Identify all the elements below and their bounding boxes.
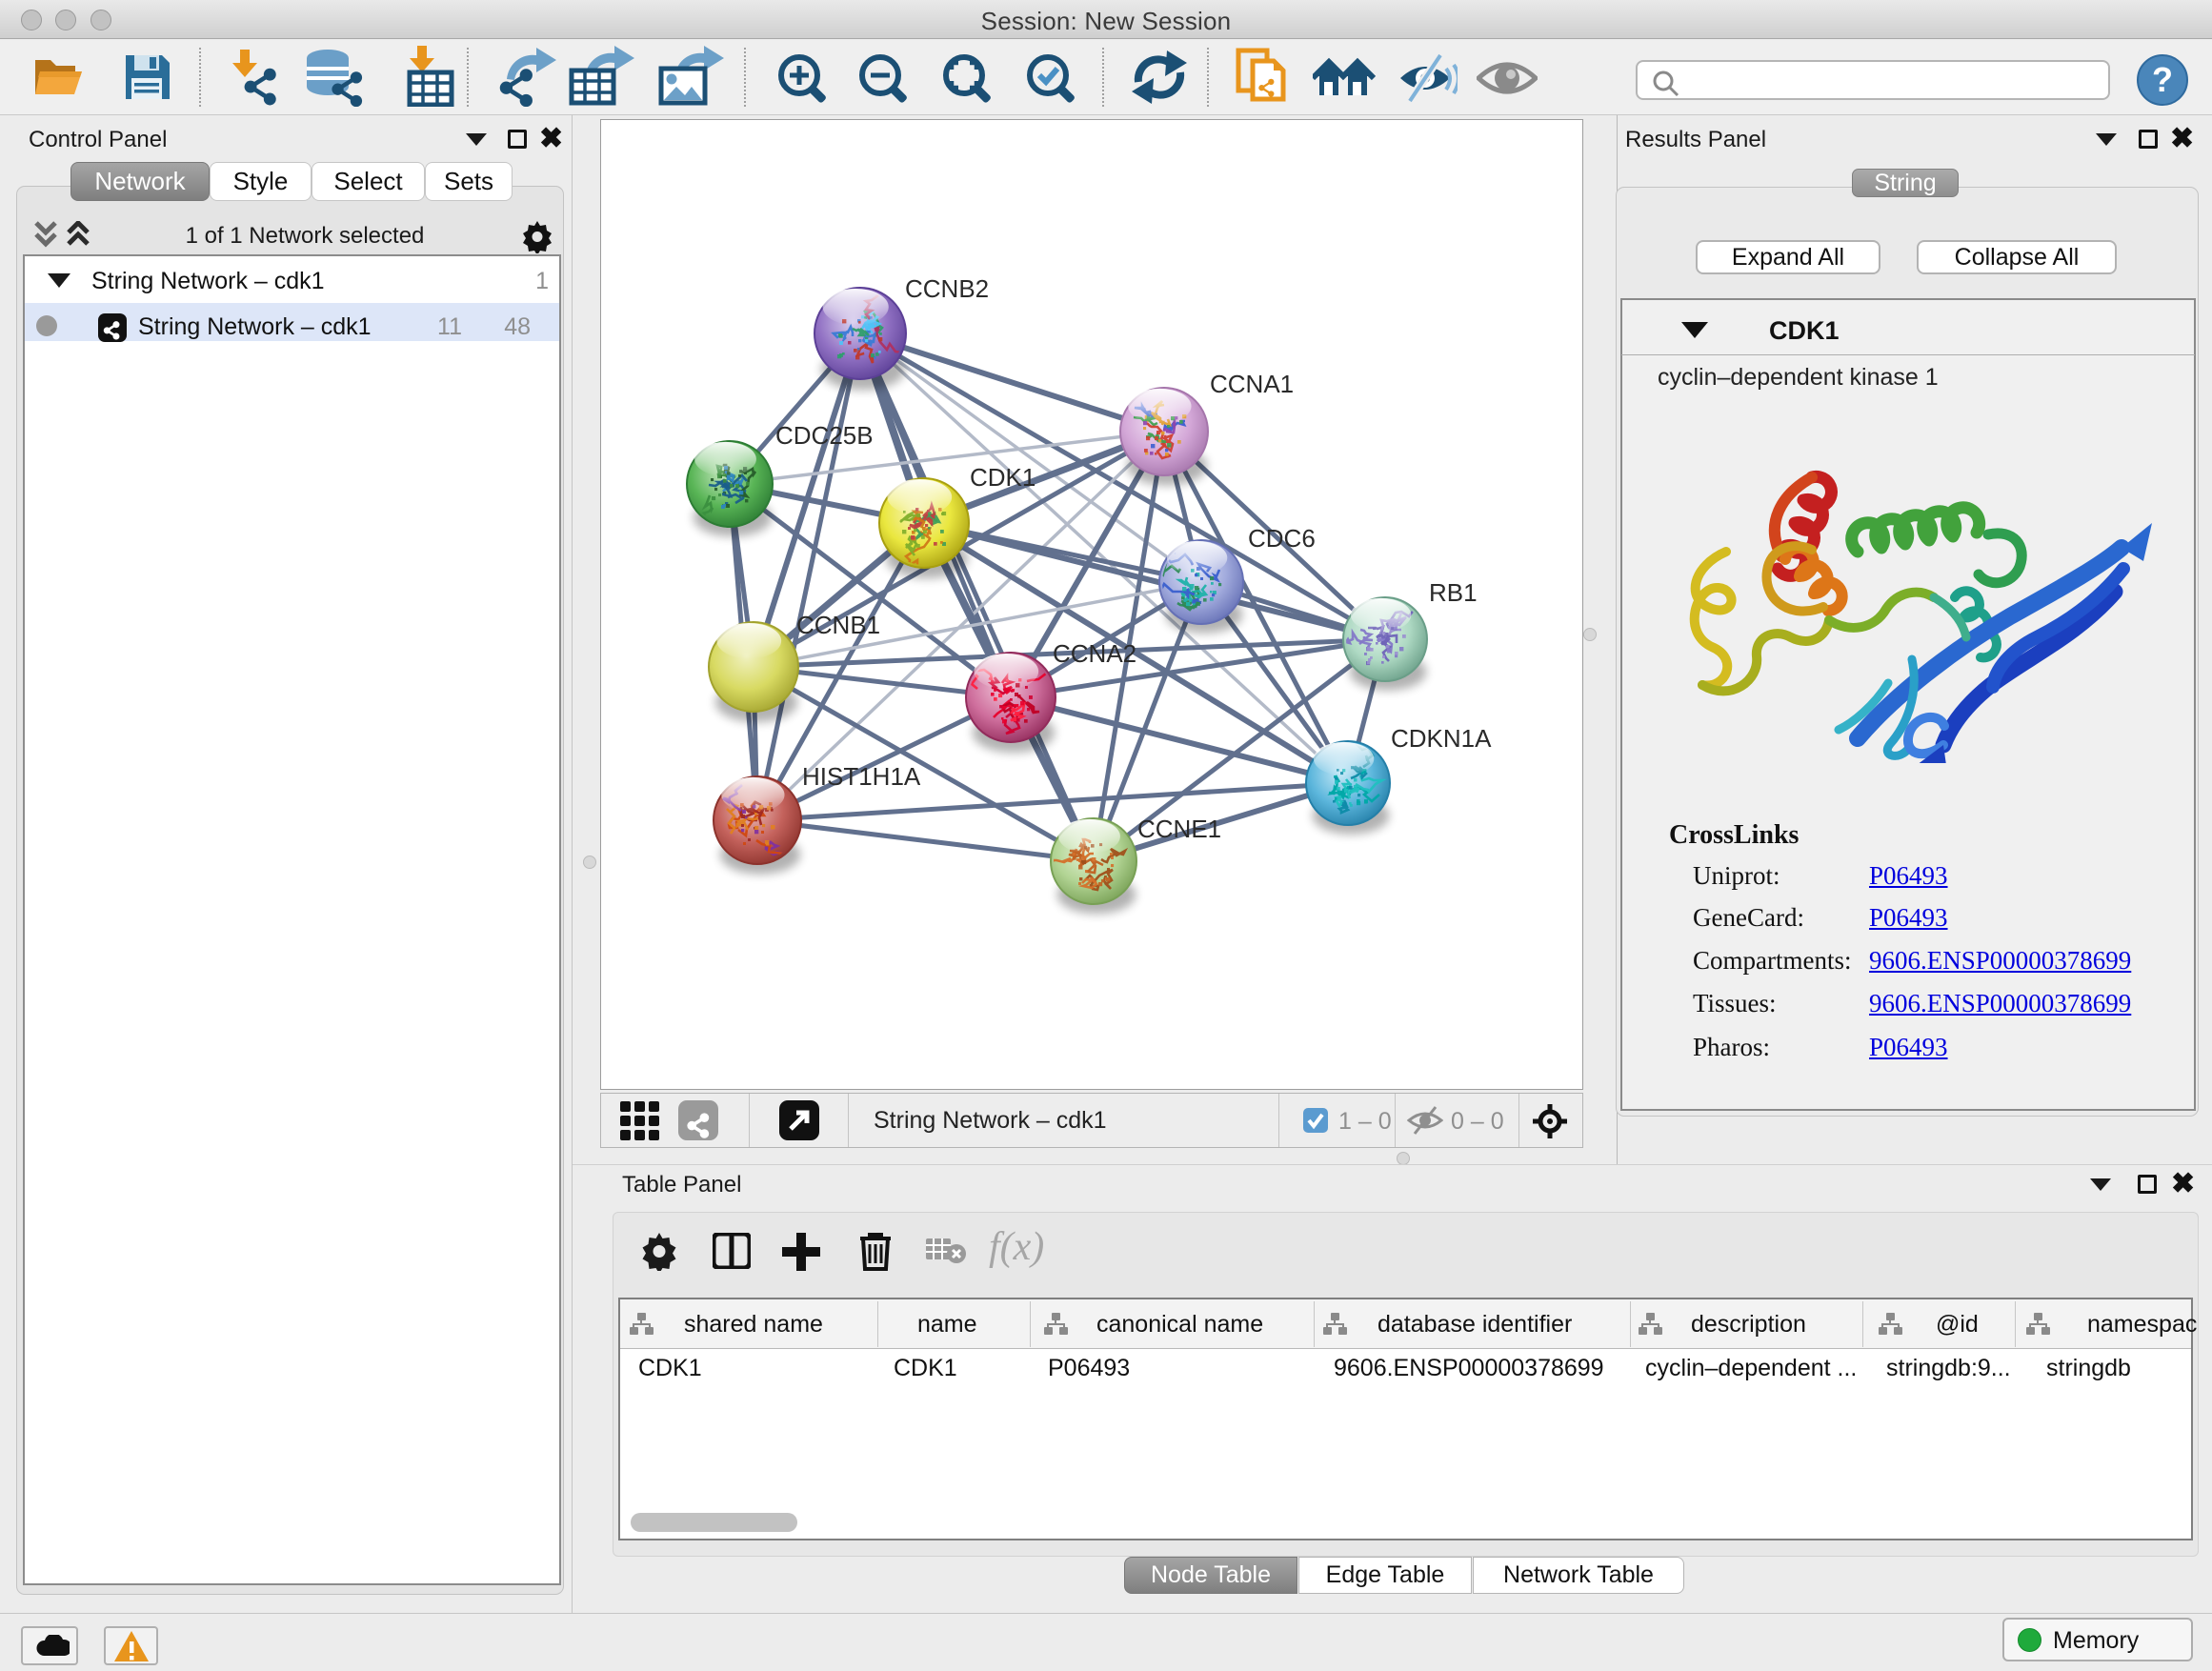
svg-text:CDC6: CDC6	[1248, 524, 1316, 553]
svg-text:CCNB2: CCNB2	[905, 274, 989, 303]
svg-text:CCNB1: CCNB1	[796, 611, 880, 639]
svg-text:CDC25B: CDC25B	[775, 421, 874, 450]
svg-text:CCNE1: CCNE1	[1137, 815, 1221, 843]
svg-text:CCNA1: CCNA1	[1210, 370, 1294, 398]
svg-text:RB1: RB1	[1429, 578, 1478, 607]
svg-text:CCNA2: CCNA2	[1053, 639, 1136, 668]
svg-text:?: ?	[2152, 60, 2173, 99]
svg-text:CDKN1A: CDKN1A	[1391, 724, 1492, 753]
svg-text:HIST1H1A: HIST1H1A	[802, 762, 921, 791]
svg-text:CDK1: CDK1	[970, 463, 1036, 492]
